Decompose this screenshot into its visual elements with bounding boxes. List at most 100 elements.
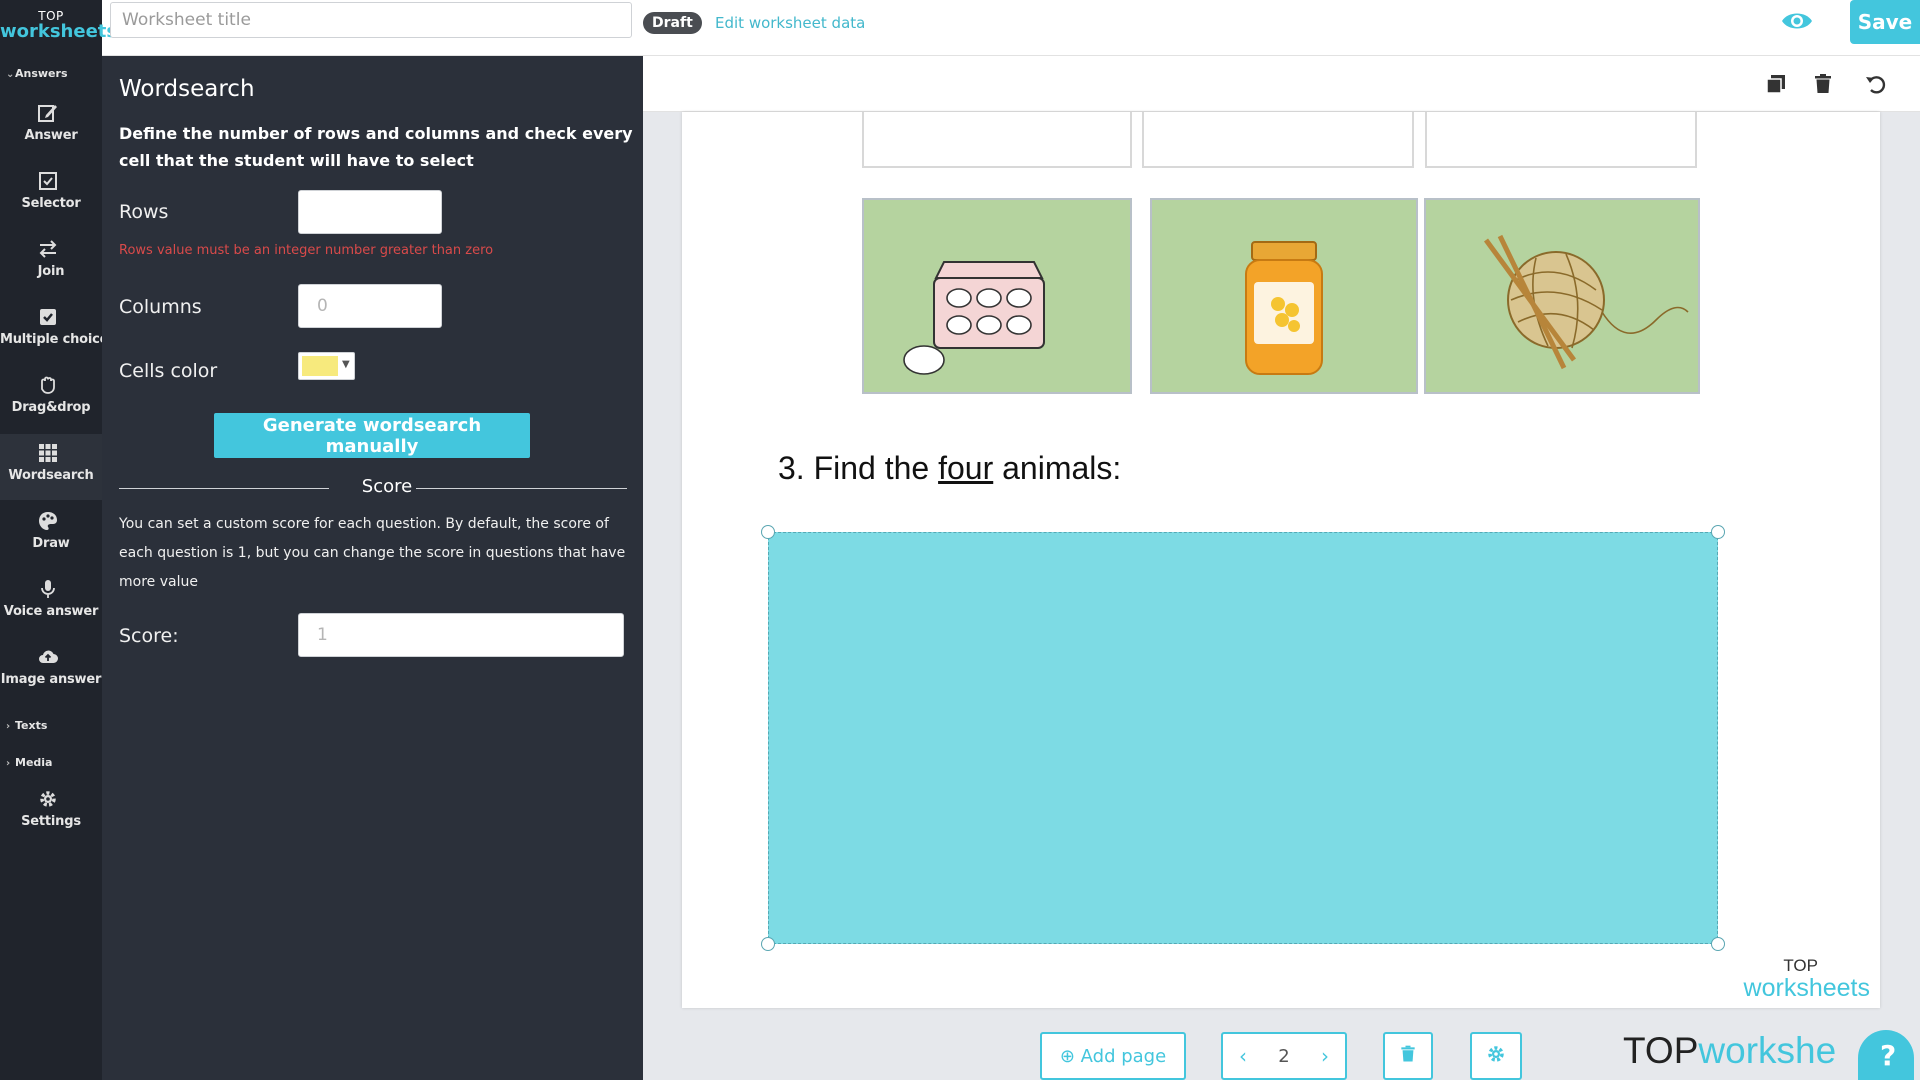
question-text-end: animals:: [993, 450, 1122, 486]
cloud-upload-icon: [37, 646, 59, 668]
brand-top: TOP: [1623, 1030, 1699, 1071]
sidebar-item-label: Answer: [24, 128, 78, 143]
status-badge: Draft: [643, 12, 702, 34]
sidebar-item-label: Join: [37, 264, 65, 279]
rows-input[interactable]: [298, 190, 442, 234]
checked-box-icon: [37, 306, 59, 328]
palette-icon: [37, 510, 59, 532]
page-settings-button[interactable]: [1470, 1032, 1522, 1080]
question-text-underlined: four: [938, 450, 994, 486]
answer-box[interactable]: [1425, 112, 1697, 168]
undo-icon[interactable]: [1864, 72, 1888, 96]
sidebar-item-label: Image answer: [0, 672, 102, 687]
resize-handle-top-right[interactable]: [1711, 525, 1725, 539]
egg-carton-image[interactable]: [862, 198, 1132, 394]
honey-jar-image[interactable]: [1150, 198, 1418, 394]
sidebar-item-dragdrop[interactable]: Drag&drop: [0, 366, 102, 432]
hand-icon: [37, 374, 59, 396]
chevron-right-icon[interactable]: ›: [1313, 1044, 1337, 1068]
chevron-left-icon[interactable]: ‹: [1231, 1044, 1255, 1068]
rows-label: Rows: [119, 201, 169, 223]
caret-down-icon: ▼: [342, 359, 350, 370]
watermark-worksheets: worksheets: [1743, 974, 1870, 1002]
section-answers-label: Answers: [15, 67, 68, 80]
plus-circle-icon: ⊕: [1059, 1045, 1081, 1067]
sidebar-item-draw[interactable]: Draw: [0, 502, 102, 568]
copy-icon[interactable]: [1764, 72, 1788, 96]
question-heading[interactable]: 3. Find the four animals:: [778, 450, 1121, 487]
gear-icon: [37, 788, 59, 810]
sidebar-item-label: Drag&drop: [11, 400, 91, 415]
section-texts[interactable]: › Texts: [0, 719, 102, 739]
chevron-right-icon: ›: [6, 758, 11, 769]
sidebar-item-join[interactable]: Join: [0, 230, 102, 296]
generate-wordsearch-button[interactable]: Generate wordsearch manually: [214, 413, 530, 458]
page-watermark-logo: TOP worksheets: [1743, 956, 1870, 1002]
eye-icon[interactable]: [1780, 8, 1814, 34]
resize-handle-bottom-right[interactable]: [1711, 937, 1725, 951]
columns-input[interactable]: [298, 284, 442, 328]
chevron-down-icon: ⌄: [6, 69, 15, 80]
app-logo[interactable]: TOP worksheets: [0, 0, 117, 56]
sidebar-item-label: Selector: [21, 196, 81, 211]
watermark-top: TOP: [1783, 956, 1818, 975]
sidebar-item-label: Settings: [21, 814, 81, 829]
gear-icon: [1488, 1045, 1504, 1062]
sidebar-item-selector[interactable]: Selector: [0, 162, 102, 228]
score-heading: Score: [361, 476, 413, 497]
cells-color-label: Cells color: [119, 360, 218, 382]
delete-page-button[interactable]: [1383, 1032, 1433, 1080]
answer-box[interactable]: [862, 112, 1132, 168]
page-pager: ‹ 2 ›: [1221, 1032, 1347, 1080]
question-text-start: 3. Find the: [778, 450, 939, 486]
section-media[interactable]: › Media: [0, 756, 102, 776]
columns-label: Columns: [119, 296, 202, 318]
arrows-exchange-icon: [37, 238, 59, 260]
color-swatch: [302, 356, 338, 376]
help-button[interactable]: ?: [1858, 1030, 1914, 1080]
grid-icon: [37, 442, 59, 464]
cells-color-picker[interactable]: ▼: [298, 352, 355, 380]
add-page-label: Add page: [1080, 1045, 1167, 1067]
yarn-ball-image[interactable]: [1424, 198, 1700, 394]
score-description: You can set a custom score for each ques…: [119, 516, 626, 590]
sidebar-item-answer[interactable]: Answer: [0, 94, 102, 160]
score-label: Score:: [119, 625, 179, 647]
chevron-right-icon: ›: [6, 721, 11, 732]
edit-icon: [37, 102, 59, 124]
brand-worksheets: workshe: [1698, 1030, 1837, 1071]
panel-title: Wordsearch: [119, 76, 255, 102]
question-mark-icon: ?: [1880, 1039, 1896, 1072]
logo-top: TOP: [38, 9, 64, 23]
canvas-toolbar: [643, 56, 1920, 112]
add-page-button[interactable]: ⊕ Add page: [1040, 1032, 1186, 1080]
trash-icon: [1401, 1045, 1415, 1061]
section-answers[interactable]: ⌄Answers: [0, 67, 102, 87]
checkbox-icon: [37, 170, 59, 192]
sidebar-item-voice-answer[interactable]: Voice answer: [0, 570, 102, 636]
svg-text:?: ?: [1880, 1039, 1896, 1072]
answer-box[interactable]: [1142, 112, 1414, 168]
trash-icon[interactable]: [1811, 72, 1835, 96]
brand-logo: TOPworkshe: [1623, 1030, 1836, 1072]
microphone-icon: [37, 578, 59, 600]
sidebar-item-label: Draw: [32, 536, 70, 551]
sidebar-item-settings[interactable]: Settings: [0, 780, 102, 846]
edit-worksheet-data-link[interactable]: Edit worksheet data: [715, 14, 865, 32]
divider: [416, 488, 627, 489]
sidebar-item-label: Voice answer: [3, 604, 99, 619]
wordsearch-block[interactable]: [761, 525, 1725, 951]
panel-description: Define the number of rows and columns an…: [119, 124, 633, 170]
section-media-label: Media: [15, 756, 53, 769]
save-button[interactable]: Save: [1850, 0, 1920, 44]
wordsearch-properties-panel: Wordsearch Define the number of rows and…: [102, 56, 643, 1080]
tools-sidebar: ⌄Answers Answer Selector Join Multiple c…: [0, 56, 108, 1080]
sidebar-item-multiple-choice[interactable]: Multiple choice: [0, 298, 108, 364]
resize-handle-bottom-left[interactable]: [761, 937, 775, 951]
sidebar-item-wordsearch[interactable]: Wordsearch: [0, 434, 102, 500]
sidebar-item-image-answer[interactable]: Image answer: [0, 638, 102, 704]
score-input[interactable]: [298, 613, 624, 657]
sidebar-item-label: Wordsearch: [8, 468, 94, 483]
worksheet-title-input[interactable]: [110, 2, 632, 38]
resize-handle-top-left[interactable]: [761, 525, 775, 539]
